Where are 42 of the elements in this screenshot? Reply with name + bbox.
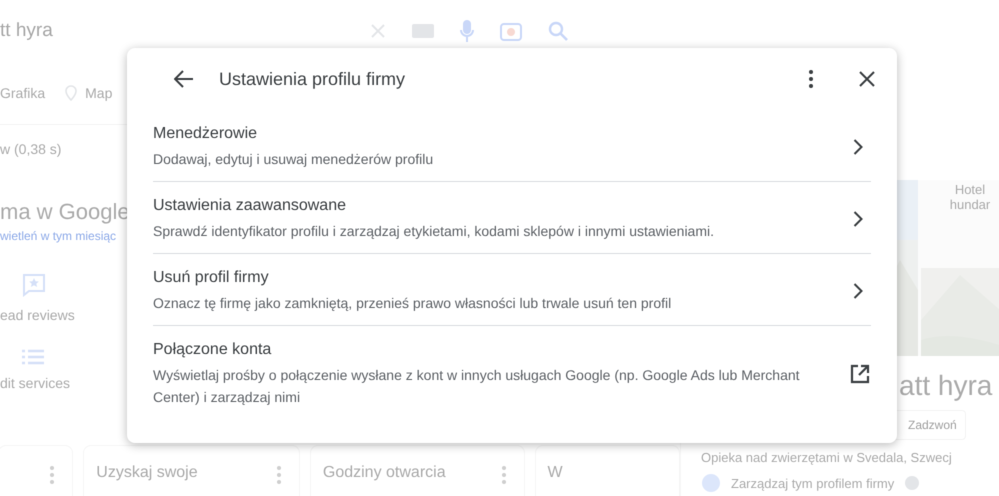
item-description: Dodawaj, edytuj i usuwaj menedżerów profilu bbox=[153, 150, 434, 169]
settings-item[interactable]: Ustawienia zaawansowane Sprawdź identyfikator profilu i zarządzaj etykietami, kodami sklepów i innymi ustawieniami. bbox=[153, 182, 871, 254]
result-stats: w (0,38 s) bbox=[0, 141, 62, 157]
action-label[interactable]: ead reviews bbox=[0, 307, 75, 323]
item-title: Ustawienia zaawansowane bbox=[153, 196, 347, 216]
chevron-right-icon bbox=[853, 282, 863, 298]
list-icon[interactable] bbox=[22, 349, 44, 365]
business-title: ma w Google bbox=[0, 199, 130, 225]
search-tab[interactable]: Map bbox=[65, 85, 112, 101]
chevron-right-icon bbox=[853, 210, 863, 226]
search-icon[interactable] bbox=[548, 21, 568, 41]
photo-caption: Hotel hundar bbox=[948, 182, 992, 212]
map-pin-icon bbox=[65, 85, 78, 101]
action-label[interactable]: dit services bbox=[0, 375, 70, 391]
card-title: W bbox=[548, 464, 563, 482]
chevron-right-icon bbox=[853, 138, 863, 154]
business-category: Opieka nad zwierzętami w Svedala, Szwecj bbox=[701, 450, 953, 465]
item-title: Usuń profil firmy bbox=[153, 268, 270, 288]
review-icon[interactable] bbox=[22, 273, 46, 297]
clear-icon[interactable] bbox=[370, 23, 386, 39]
settings-item[interactable]: Połączone konta Wyświetlaj prośby o połączenie wysłane z kont w innych usługach Google (np. Google Ads lub Merchant Center) i zarządzaj nimi bbox=[153, 326, 871, 419]
camera-icon[interactable] bbox=[500, 21, 522, 41]
business-name: att hyra bbox=[899, 370, 994, 402]
search-field[interactable]: tt hyra bbox=[0, 20, 360, 42]
item-description: Sprawdź identyfikator profilu i zarządzaj etykietami, kodami sklepów i innymi ustawieniami. bbox=[153, 222, 716, 241]
search-tab[interactable]: Grafika bbox=[0, 85, 46, 101]
external-link-icon bbox=[850, 364, 870, 384]
item-description: Oznacz tę firmę jako zamkniętą, przenieś prawo własności lub trwale usuń ten profil bbox=[153, 294, 672, 313]
microphone-icon[interactable] bbox=[460, 20, 474, 42]
manage-link[interactable]: Zarządzaj tym profilem firmy bbox=[731, 476, 894, 490]
card-title: Uzyskaj swoje bbox=[96, 464, 198, 482]
dialog-title: Ustawienia profilu firmy bbox=[219, 68, 406, 90]
card-title: Godziny otwarcia bbox=[322, 464, 446, 482]
close-icon[interactable] bbox=[859, 71, 875, 87]
item-description: Wyświetlaj prośby o połączenie wysłane z kont w innych usługach Google (np. Google Ads lub Merchant Center) i zarządzaj nimi bbox=[153, 366, 801, 407]
views-link[interactable]: wietleń w tym miesiąc bbox=[0, 229, 116, 243]
item-title: Połączone konta bbox=[153, 340, 272, 360]
settings-item[interactable]: Menedżerowie Dodawaj, edytuj i usuwaj menedżerów profilu bbox=[153, 110, 871, 182]
item-title: Menedżerowie bbox=[153, 124, 258, 144]
more-icon[interactable] bbox=[809, 70, 813, 88]
back-icon[interactable] bbox=[174, 70, 194, 88]
settings-item[interactable]: Usuń profil firmy Oznacz tę firmę jako zamkniętą, przenieś prawo własności lub trwale usuń ten profil bbox=[153, 254, 871, 326]
